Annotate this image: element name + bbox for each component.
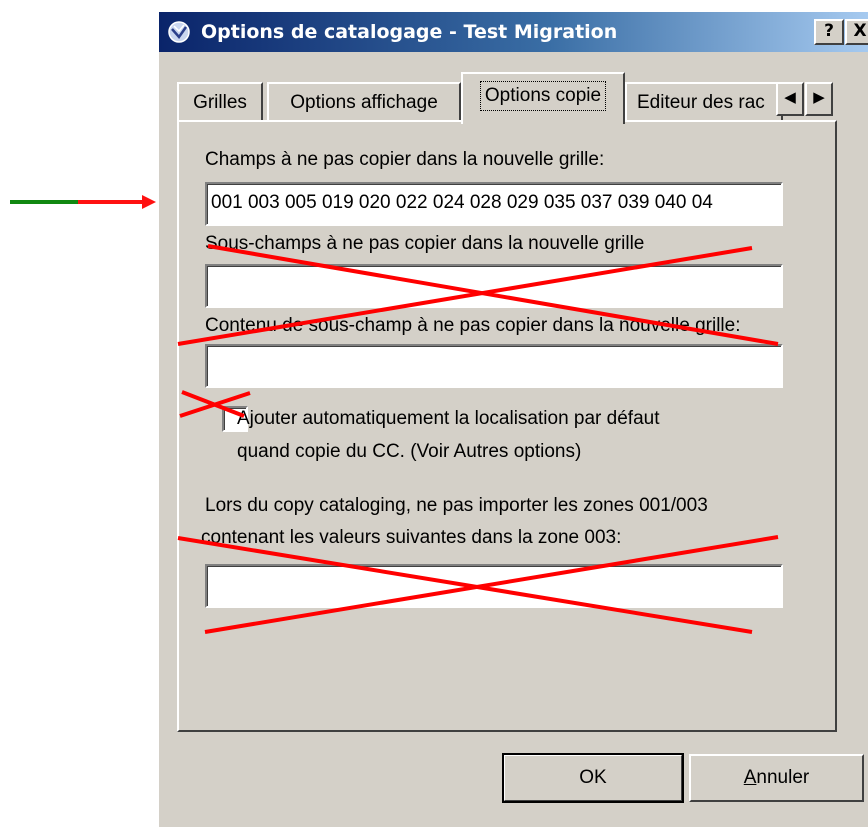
tab-grilles[interactable]: Grilles: [177, 82, 263, 122]
screenshot-page: Options de catalogage - Test Migration ?…: [0, 0, 868, 827]
fields-label: Champs à ne pas copier dans la nouvelle …: [205, 149, 605, 170]
help-button[interactable]: ?: [814, 19, 844, 45]
content-label: Contenu de sous-champ à ne pas copier da…: [205, 315, 741, 336]
checkbox-label-line1: Ajouter automatiquement la localisation …: [237, 408, 660, 429]
app-icon: [168, 21, 190, 43]
copycat-label-line1: Lors du copy cataloging, ne pas importer…: [205, 495, 708, 516]
subfields-input[interactable]: [205, 264, 783, 308]
checkbox-label-line2: quand copie du CC. (Voir Autres options): [237, 441, 582, 462]
tab-options-affichage[interactable]: Options affichage: [267, 82, 461, 122]
tab-scroll-right-button[interactable]: ▶: [805, 82, 833, 116]
cancel-button-label: nnuler: [756, 767, 810, 788]
subfields-label: Sous-champs à ne pas copier dans la nouv…: [205, 233, 645, 254]
tab-editeur[interactable]: Editeur des rac: [625, 82, 783, 122]
window-title: Options de catalogage - Test Migration: [201, 21, 618, 43]
cancel-button[interactable]: Annuler: [689, 754, 864, 802]
content-input[interactable]: [205, 344, 783, 388]
tab-scroll-left-button[interactable]: ◀: [776, 82, 804, 116]
close-button[interactable]: X: [845, 19, 868, 45]
options-copie-panel: Champs à ne pas copier dans la nouvelle …: [177, 120, 837, 732]
fields-input[interactable]: 001 003 005 019 020 022 024 028 029 035 …: [205, 182, 783, 226]
cancel-button-mnemonic: A: [743, 767, 757, 788]
ok-button[interactable]: OK: [502, 753, 684, 803]
copycat-label-line2: contenant les valeurs suivantes dans la …: [201, 527, 622, 548]
options-dialog: Options de catalogage - Test Migration ?…: [158, 12, 868, 827]
annotation-arrow: [10, 195, 156, 209]
copycat-input[interactable]: [205, 564, 783, 608]
title-bar[interactable]: Options de catalogage - Test Migration ?…: [159, 12, 868, 52]
tab-options-copie-label: Options copie: [479, 81, 607, 111]
tab-options-copie[interactable]: Options copie: [461, 72, 625, 124]
